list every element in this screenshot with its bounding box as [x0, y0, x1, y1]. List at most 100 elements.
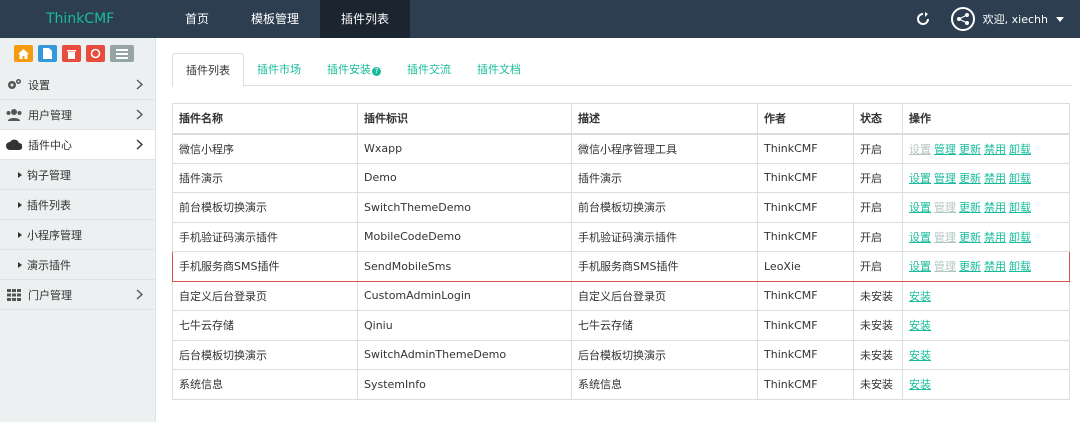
brand-logo[interactable]: ThinkCMF [46, 0, 114, 38]
home-icon[interactable] [14, 45, 33, 62]
top-right: 欢迎, xiechh [913, 0, 1080, 38]
update-link[interactable]: 更新 [959, 260, 981, 273]
plugin-id: SwitchThemeDemo [357, 192, 572, 223]
sidebar-item-plugin-center[interactable]: 插件中心 [0, 130, 155, 160]
settings-link: 设置 [909, 142, 931, 156]
tab-label: 插件安装 [327, 63, 371, 76]
manage-link: 管理 [934, 230, 956, 244]
sidebar-item-hooks[interactable]: 钩子管理 [0, 160, 155, 190]
tab-plugin-install[interactable]: 插件安装? [314, 53, 394, 86]
tab-plugin-forum[interactable]: 插件交流 [394, 53, 464, 86]
sidebar-item-label: 门户管理 [28, 288, 72, 302]
tab-plugin-list[interactable]: 插件列表 [172, 53, 244, 87]
disable-link[interactable]: 禁用 [984, 231, 1006, 244]
install-link[interactable]: 安装 [909, 378, 931, 391]
chevron-down-icon[interactable] [1056, 16, 1064, 22]
plugin-author: ThinkCMF [757, 339, 854, 370]
caret-right-icon [18, 231, 22, 238]
update-link[interactable]: 更新 [959, 172, 981, 185]
disable-link[interactable]: 禁用 [984, 172, 1006, 185]
sidebar-item-users[interactable]: 用户管理 [0, 100, 155, 130]
update-link[interactable]: 更新 [959, 143, 981, 156]
sidebar-item-miniprogram[interactable]: 小程序管理 [0, 220, 155, 250]
nav-home[interactable]: 首页 [164, 0, 230, 38]
chevron-right-icon [136, 139, 144, 153]
tab-plugin-docs[interactable]: 插件文档 [464, 53, 534, 86]
chevron-right-icon [136, 79, 144, 93]
uninstall-link[interactable]: 卸载 [1009, 143, 1031, 156]
plugin-id: SendMobileSms [357, 251, 572, 282]
trash-icon[interactable] [62, 45, 81, 62]
nav-plugins[interactable]: 插件列表 [320, 0, 411, 38]
plugin-actions: 设置 管理 更新 禁用 卸载 [902, 251, 1070, 282]
uninstall-link[interactable]: 卸载 [1009, 201, 1031, 214]
install-link[interactable]: 安装 [909, 290, 931, 303]
sidebar-item-portal[interactable]: 门户管理 [0, 280, 155, 310]
table-row: 七牛云存储 Qiniu 七牛云存储 ThinkCMF 未安装 安装 [172, 310, 1070, 341]
plugin-desc: 前台模板切换演示 [571, 192, 758, 223]
list-icon[interactable] [110, 45, 134, 62]
settings-link[interactable]: 设置 [909, 231, 931, 244]
plugin-name: 插件演示 [172, 162, 358, 193]
uninstall-link[interactable]: 卸载 [1009, 231, 1031, 244]
manage-link[interactable]: 管理 [934, 143, 956, 156]
plugin-desc: 后台模板切换演示 [571, 339, 758, 370]
top-navbar: ThinkCMF 首页 模板管理 插件列表 欢迎, xiechh [0, 0, 1080, 38]
update-link[interactable]: 更新 [959, 201, 981, 214]
file-icon[interactable] [38, 45, 57, 62]
nav-templates[interactable]: 模板管理 [230, 0, 320, 38]
sidebar: 设置 用户管理 插件中心 钩子管理 插件列表 小程序管理 演示插件 门户管理 [0, 38, 156, 422]
disable-link[interactable]: 禁用 [984, 143, 1006, 156]
plugin-desc: 手机验证码演示插件 [571, 221, 758, 252]
sidebar-item-label: 插件中心 [28, 138, 72, 152]
main-content: 插件列表 插件市场 插件安装? 插件交流 插件文档 插件名称 插件标识 描述 作… [156, 38, 1080, 422]
settings-link[interactable]: 设置 [909, 201, 931, 214]
column-header: 插件标识 [357, 103, 572, 135]
plugin-desc: 微信小程序管理工具 [571, 133, 758, 164]
plugin-name: 手机验证码演示插件 [172, 221, 358, 252]
plugin-desc: 系统信息 [571, 369, 758, 400]
column-header: 作者 [757, 103, 854, 135]
disable-link[interactable]: 禁用 [984, 260, 1006, 273]
chevron-right-icon [136, 109, 144, 123]
plugin-author: ThinkCMF [757, 310, 854, 341]
uninstall-link[interactable]: 卸载 [1009, 172, 1031, 185]
plugin-table: 插件名称 插件标识 描述 作者 状态 操作 微信小程序 Wxapp 微信小程序管… [172, 103, 1070, 400]
install-link[interactable]: 安装 [909, 319, 931, 332]
sidebar-item-label: 用户管理 [28, 108, 72, 122]
tab-bar: 插件列表 插件市场 插件安装? 插件交流 插件文档 [172, 53, 1072, 87]
sidebar-item-settings[interactable]: 设置 [0, 70, 155, 100]
table-row: 微信小程序 Wxapp 微信小程序管理工具 ThinkCMF 开启 设置 管理 更新… [172, 133, 1070, 164]
settings-link[interactable]: 设置 [909, 172, 931, 185]
sidebar-item-label: 演示插件 [27, 258, 71, 272]
table-row: 手机服务商SMS插件 SendMobileSms 手机服务商SMS插件 LeoX… [172, 251, 1070, 282]
avatar[interactable] [950, 7, 975, 31]
plugin-status: 未安装 [853, 369, 903, 400]
plugin-actions: 安装 [902, 339, 1070, 370]
refresh-icon[interactable] [913, 9, 933, 29]
sidebar-item-plugin-list[interactable]: 插件列表 [0, 190, 155, 220]
install-link[interactable]: 安装 [909, 349, 931, 362]
plugin-desc: 七牛云存储 [571, 310, 758, 341]
settings-link[interactable]: 设置 [909, 260, 931, 273]
manage-link[interactable]: 管理 [934, 172, 956, 185]
plugin-author: ThinkCMF [757, 221, 854, 252]
chevron-right-icon [136, 289, 144, 303]
plugin-author: ThinkCMF [757, 280, 854, 311]
table-row: 插件演示 Demo 插件演示 ThinkCMF 开启 设置 管理 更新 禁用 卸载 [172, 162, 1070, 193]
update-link[interactable]: 更新 [959, 231, 981, 244]
caret-right-icon [18, 171, 22, 178]
plugin-id: SystemInfo [357, 369, 572, 400]
plugin-actions: 安装 [902, 280, 1070, 311]
table-row: 后台模板切换演示 SwitchAdminThemeDemo 后台模板切换演示 T… [172, 339, 1070, 370]
sidebar-item-demo-plugin[interactable]: 演示插件 [0, 250, 155, 280]
recycle-icon[interactable] [86, 45, 105, 62]
sidebar-item-label: 钩子管理 [27, 168, 71, 182]
tab-plugin-market[interactable]: 插件市场 [244, 53, 314, 86]
column-header: 状态 [853, 103, 903, 135]
plugin-actions: 设置 管理 更新 禁用 卸载 [902, 133, 1070, 164]
plugin-status: 未安装 [853, 310, 903, 341]
uninstall-link[interactable]: 卸载 [1009, 260, 1031, 273]
disable-link[interactable]: 禁用 [984, 201, 1006, 214]
user-welcome[interactable]: 欢迎, xiechh [983, 11, 1048, 27]
